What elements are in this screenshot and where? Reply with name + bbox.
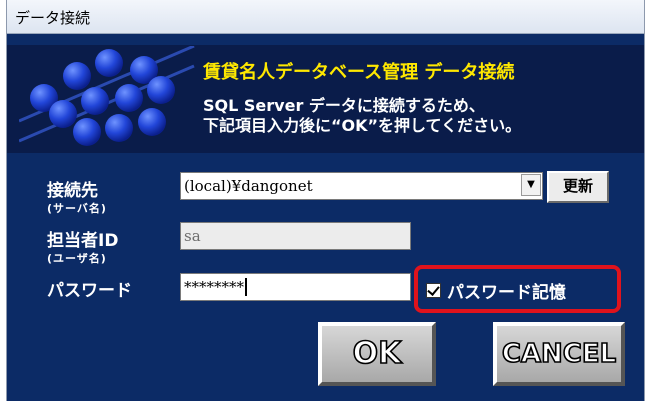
user-id-field[interactable]: sa xyxy=(180,222,411,250)
server-value: (local)¥dangonet xyxy=(184,177,313,195)
window-title: データ接続 xyxy=(15,9,91,27)
user-label: 担当者ID xyxy=(47,231,119,251)
user-sub-label: (ユーザ名) xyxy=(47,252,107,265)
password-field[interactable]: ******** xyxy=(180,273,411,301)
password-value: ******** xyxy=(184,278,244,296)
title-bar: データ接続 xyxy=(7,0,644,34)
instruction-line-2: 下記項目入力後に“OK”を押してください。 xyxy=(203,116,522,135)
ok-button[interactable]: OK xyxy=(318,322,436,386)
server-select[interactable]: (local)¥dangonet ▼ xyxy=(180,172,543,200)
data-connection-dialog: データ接続 賃貸名人データベース管理 データ接続 SQL Server データに… xyxy=(6,0,645,401)
checkmark-icon[interactable] xyxy=(426,283,441,298)
password-label: パスワード xyxy=(47,281,132,301)
instruction-line-1: SQL Server データに接続するため、 xyxy=(203,96,485,115)
instruction-text: SQL Server データに接続するため、 下記項目入力後に“OK”を押してく… xyxy=(203,96,521,136)
remember-password-label: パスワード記憶 xyxy=(447,283,566,303)
chevron-down-icon[interactable]: ▼ xyxy=(521,174,541,196)
refresh-button[interactable]: 更新 xyxy=(547,171,609,203)
text-cursor xyxy=(245,278,247,296)
blue-spheres-logo-icon xyxy=(19,46,195,146)
server-label: 接続先 xyxy=(47,181,98,201)
cancel-button[interactable]: CANCEL xyxy=(493,322,625,386)
remember-password-checkbox[interactable]: パスワード記憶 xyxy=(426,278,566,303)
app-title: 賃貸名人データベース管理 データ接続 xyxy=(203,62,515,83)
server-sub-label: (サーバ名) xyxy=(47,202,107,215)
